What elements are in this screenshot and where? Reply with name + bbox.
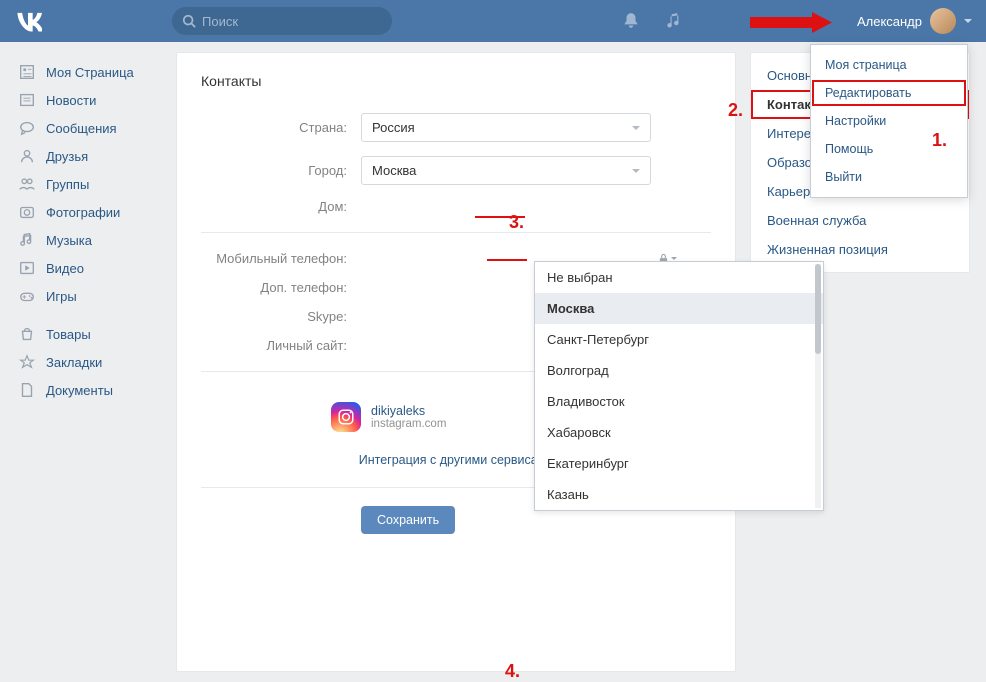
label-mobile: Мобильный телефон: xyxy=(201,251,361,266)
annotation-2: 2. xyxy=(728,100,743,121)
header-icons xyxy=(622,12,684,30)
annotation-arrow xyxy=(750,12,832,33)
scrollbar[interactable] xyxy=(815,264,821,508)
sidebar-item-label: Группы xyxy=(46,177,89,192)
main-panel: Контакты Страна: Россия Город: Москва До… xyxy=(176,52,736,672)
nav-item-position[interactable]: Жизненная позиция xyxy=(751,235,969,264)
avatar xyxy=(930,8,956,34)
profile-dropdown: Моя страница Редактировать Настройки Пом… xyxy=(810,44,968,198)
label-extra-phone: Доп. телефон: xyxy=(201,280,361,295)
user-menu-toggle[interactable]: Александр xyxy=(857,0,972,42)
menu-item-logout[interactable]: Выйти xyxy=(811,163,967,191)
sidebar-item-label: Моя Страница xyxy=(46,65,134,80)
dropdown-option[interactable]: Санкт-Петербург xyxy=(535,324,823,355)
sidebar-item-video[interactable]: Видео xyxy=(12,254,162,282)
sidebar-item-groups[interactable]: Группы xyxy=(12,170,162,198)
annotation-1: 1. xyxy=(932,130,947,151)
sidebar-item-label: Товары xyxy=(46,327,91,342)
sidebar-item-bookmarks[interactable]: Закладки xyxy=(12,348,162,376)
sidebar-item-label: Музыка xyxy=(46,233,92,248)
nav-item-military[interactable]: Военная служба xyxy=(751,206,969,235)
label-city: Город: xyxy=(201,163,361,178)
annotation-4: 4. xyxy=(505,661,520,682)
label-home: Дом: xyxy=(201,199,361,214)
label-skype: Skype: xyxy=(201,309,361,324)
dropdown-option[interactable]: Хабаровск xyxy=(535,417,823,448)
label-site: Личный сайт: xyxy=(201,338,361,353)
music-icon[interactable] xyxy=(666,12,684,30)
sidebar-item-news[interactable]: Новости xyxy=(12,86,162,114)
sidebar-item-label: Игры xyxy=(46,289,77,304)
annotation-3: 3. xyxy=(509,212,524,233)
bell-icon[interactable] xyxy=(622,12,640,30)
select-city[interactable]: Москва xyxy=(361,156,651,185)
search-input[interactable]: Поиск xyxy=(172,7,392,35)
app-header: Поиск Александр xyxy=(0,0,986,42)
sidebar-item-photos[interactable]: Фотографии xyxy=(12,198,162,226)
sidebar-item-label: Документы xyxy=(46,383,113,398)
label-country: Страна: xyxy=(201,120,361,135)
sidebar-item-mypage[interactable]: Моя Страница xyxy=(12,58,162,86)
annotation-underline xyxy=(487,259,527,261)
sidebar-item-messages[interactable]: Сообщения xyxy=(12,114,162,142)
dropdown-option[interactable]: Екатеринбург xyxy=(535,448,823,479)
sidebar-item-friends[interactable]: Друзья xyxy=(12,142,162,170)
dropdown-option[interactable]: Москва xyxy=(535,293,823,324)
dropdown-option[interactable]: Казань xyxy=(535,479,823,510)
select-value: Россия xyxy=(372,120,415,135)
sidebar-item-label: Сообщения xyxy=(46,121,117,136)
username: Александр xyxy=(857,14,922,29)
sidebar-item-music[interactable]: Музыка xyxy=(12,226,162,254)
chevron-down-icon xyxy=(632,169,640,173)
left-sidebar: Моя Страница Новости Сообщения Друзья Гр… xyxy=(12,52,162,672)
search-placeholder: Поиск xyxy=(202,14,238,29)
save-button[interactable]: Сохранить xyxy=(361,506,455,534)
menu-item-edit[interactable]: Редактировать xyxy=(811,79,967,107)
dropdown-option[interactable]: Волгоград xyxy=(535,355,823,386)
chevron-down-icon xyxy=(632,126,640,130)
integration-username[interactable]: dikiyaleks xyxy=(371,404,446,418)
instagram-icon xyxy=(331,402,361,432)
sidebar-item-documents[interactable]: Документы xyxy=(12,376,162,404)
select-value: Москва xyxy=(372,163,416,178)
dropdown-option[interactable]: Не выбран xyxy=(535,262,823,293)
sidebar-item-label: Фотографии xyxy=(46,205,120,220)
search-icon xyxy=(182,14,196,28)
vk-logo[interactable] xyxy=(14,7,42,35)
sidebar-item-label: Видео xyxy=(46,261,84,276)
chevron-down-icon xyxy=(964,19,972,23)
integration-domain: instagram.com xyxy=(371,418,446,430)
page-title: Контакты xyxy=(201,73,711,89)
sidebar-item-label: Закладки xyxy=(46,355,102,370)
sidebar-item-label: Новости xyxy=(46,93,96,108)
select-country[interactable]: Россия xyxy=(361,113,651,142)
sidebar-item-label: Друзья xyxy=(46,149,88,164)
city-dropdown: Не выбран Москва Санкт-Петербург Волгогр… xyxy=(534,261,824,511)
sidebar-item-games[interactable]: Игры xyxy=(12,282,162,310)
dropdown-option[interactable]: Владивосток xyxy=(535,386,823,417)
sidebar-item-market[interactable]: Товары xyxy=(12,320,162,348)
menu-item-mypage[interactable]: Моя страница xyxy=(811,51,967,79)
